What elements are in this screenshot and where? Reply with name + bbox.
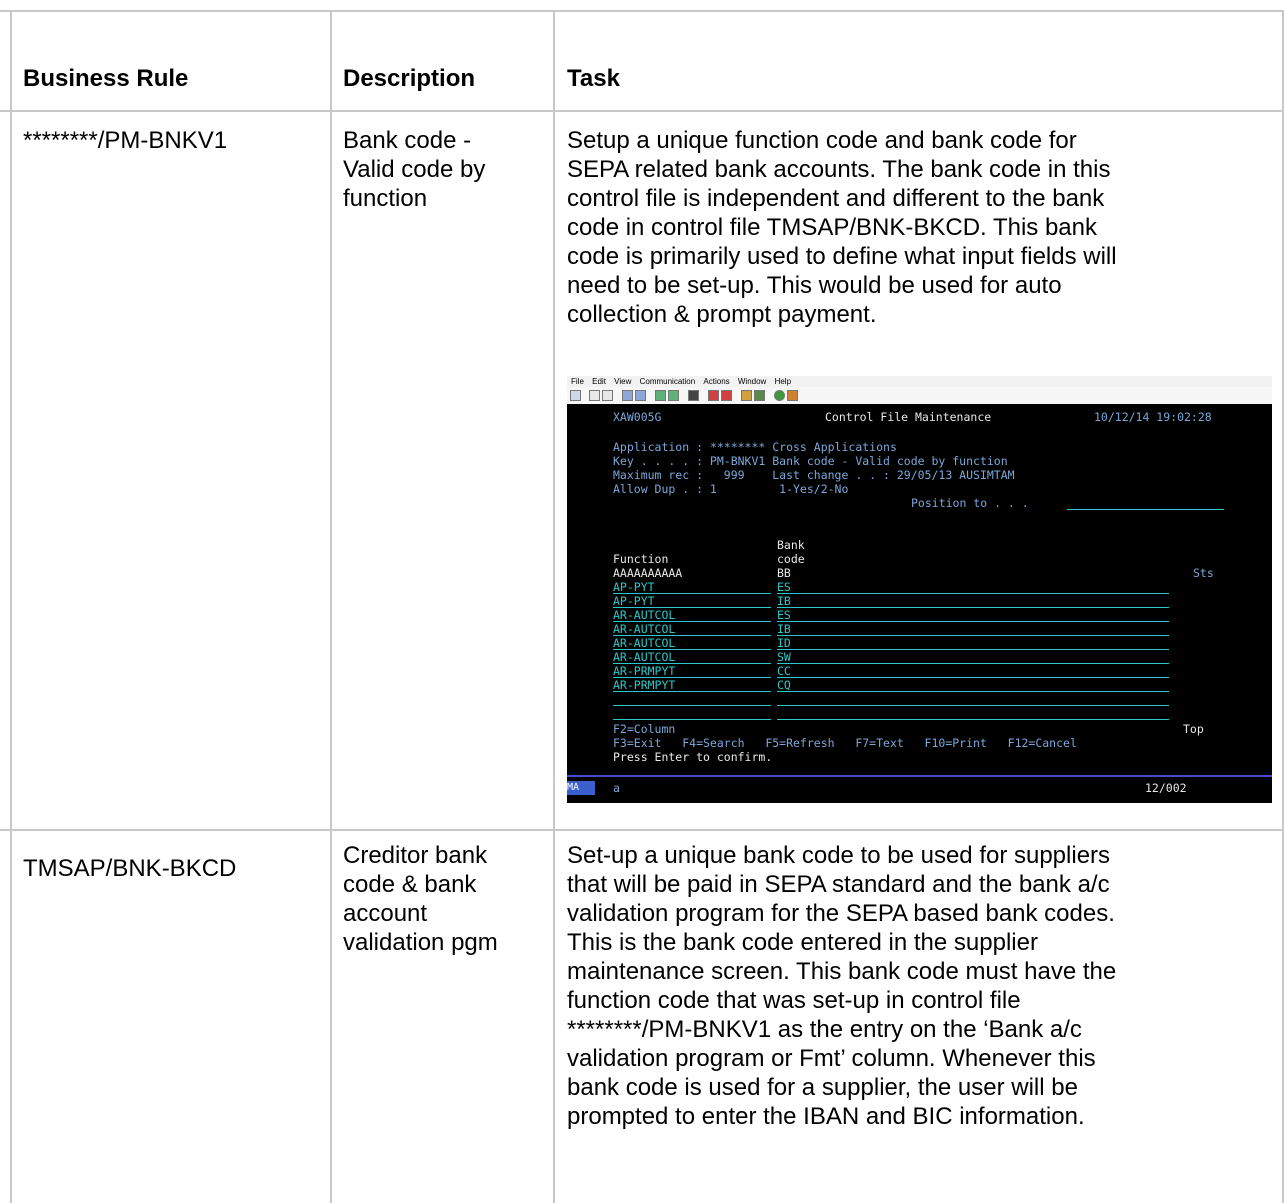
code-cell[interactable]: SW xyxy=(777,650,791,664)
max-rec-line: Maximum rec : 999 Last change . . : 29/0… xyxy=(613,468,1015,482)
toolbar-icon xyxy=(602,390,613,401)
toolbar-icon xyxy=(754,390,765,401)
function-cell[interactable]: AR-AUTCOL xyxy=(613,650,675,664)
function-cell[interactable]: AR-PRMPYT xyxy=(613,664,675,678)
empty-function-field[interactable] xyxy=(613,705,771,706)
program-id: XAW005G xyxy=(613,410,662,424)
toolbar-icon xyxy=(774,390,785,401)
toolbar-icon xyxy=(721,390,732,401)
code-mask: BB xyxy=(777,566,791,580)
menu-item: Communication xyxy=(639,377,696,386)
menu-item: View xyxy=(614,377,632,386)
application-line: Application : ******** Cross Application… xyxy=(613,440,897,454)
row1-business-rule: ********/PM-BNKV1 xyxy=(23,127,228,154)
header-description: Description xyxy=(343,65,476,92)
row1-task: Setup a unique function code and bank co… xyxy=(567,127,1117,328)
code-field-line xyxy=(777,593,1169,594)
code-field-line xyxy=(777,635,1169,636)
header-bottom-border xyxy=(0,110,1284,112)
status-input: a xyxy=(613,781,620,795)
screen-datetime: 10/12/14 19:02:28 xyxy=(1094,410,1212,424)
header-business-rule: Business Rule xyxy=(23,65,189,92)
menu-item: Help xyxy=(774,377,792,386)
confirm-prompt: Press Enter to confirm. xyxy=(613,750,773,764)
toolbar-icon xyxy=(741,390,752,401)
menu-item: Actions xyxy=(703,377,730,386)
menu-bar: File Edit View Communication Actions Win… xyxy=(567,376,1272,387)
toolbar-icon xyxy=(570,390,581,401)
terminal-screen: XAW005G Control File Maintenance 10/12/1… xyxy=(567,404,1272,775)
code-field-line xyxy=(777,691,1169,692)
f2-hint: F2=Column xyxy=(613,722,676,736)
menu-item: Window xyxy=(737,377,767,386)
code-cell[interactable]: ES xyxy=(777,580,791,594)
function-cell[interactable]: AR-AUTCOL xyxy=(613,608,675,622)
row-divider xyxy=(0,829,1284,831)
code-cell[interactable]: CQ xyxy=(777,678,791,692)
toolbar-icon xyxy=(655,390,666,401)
toolbar-icon xyxy=(589,390,600,401)
toolbar-icon xyxy=(787,390,798,401)
allow-dup-line: Allow Dup . : 1 1-Yes/2-No xyxy=(613,482,849,496)
code-field-line xyxy=(777,621,1169,622)
function-cell[interactable]: AR-PRMPYT xyxy=(613,678,675,692)
table-top-border xyxy=(0,10,1284,12)
key-line: Key . . . . : PM-BNKV1 Bank code - Valid… xyxy=(613,454,1008,468)
header-task: Task xyxy=(567,65,620,92)
code-cell[interactable]: ES xyxy=(777,608,791,622)
column-code-header: code xyxy=(777,552,805,566)
terminal-screenshot: File Edit View Communication Actions Win… xyxy=(567,376,1272,803)
function-key-legend: F3=Exit F4=Search F5=Refresh F7=Text F10… xyxy=(613,736,1077,750)
function-cell[interactable]: AP-PYT xyxy=(613,594,655,608)
row1-description: Bank code - Valid code by function xyxy=(343,127,486,212)
empty-code-field[interactable] xyxy=(777,719,1169,720)
position-to-input[interactable] xyxy=(1067,509,1224,510)
empty-code-field[interactable] xyxy=(777,705,1169,706)
position-to-label: Position to . . . xyxy=(911,496,1029,510)
menu-item: Edit xyxy=(592,377,606,386)
column-function-header: Function xyxy=(613,552,669,566)
empty-function-field[interactable] xyxy=(613,719,771,720)
screen-title: Control File Maintenance xyxy=(825,410,992,424)
column-sts-header: Sts xyxy=(1193,566,1214,580)
row2-business-rule: TMSAP/BNK-BKCD xyxy=(23,855,237,882)
code-field-line xyxy=(777,677,1169,678)
top-indicator: Top xyxy=(1183,722,1204,736)
toolbar-icon xyxy=(635,390,646,401)
toolbar-icon xyxy=(668,390,679,401)
code-cell[interactable]: CC xyxy=(777,664,791,678)
status-bar: MA a 12/002 xyxy=(567,775,1272,803)
column-bank-label: Bank xyxy=(777,538,805,552)
code-field-line xyxy=(777,663,1169,664)
code-cell[interactable]: IB xyxy=(777,622,791,636)
code-field-line xyxy=(777,607,1169,608)
function-cell[interactable]: AP-PYT xyxy=(613,580,655,594)
function-cell[interactable]: AR-AUTCOL xyxy=(613,636,675,650)
toolbar-icon xyxy=(688,390,699,401)
function-mask: AAAAAAAAAA xyxy=(613,566,683,580)
column-divider-2 xyxy=(553,10,555,1203)
toolbar xyxy=(567,387,1272,405)
code-cell[interactable]: IB xyxy=(777,594,791,608)
status-mode: MA xyxy=(567,781,595,795)
menu-item: File xyxy=(571,377,584,386)
toolbar-icon xyxy=(708,390,719,401)
code-cell[interactable]: ID xyxy=(777,636,791,650)
row2-description: Creditor bank code & bank account valida… xyxy=(343,842,498,956)
status-cursor-position: 12/002 xyxy=(1145,781,1187,795)
toolbar-icon xyxy=(622,390,633,401)
function-cell[interactable]: AR-AUTCOL xyxy=(613,622,675,636)
function-field-line xyxy=(613,691,771,692)
code-field-line xyxy=(777,649,1169,650)
row2-task: Set-up a unique bank code to be used for… xyxy=(567,842,1117,1130)
table-left-border xyxy=(10,10,12,1203)
column-divider-1 xyxy=(330,10,332,1203)
